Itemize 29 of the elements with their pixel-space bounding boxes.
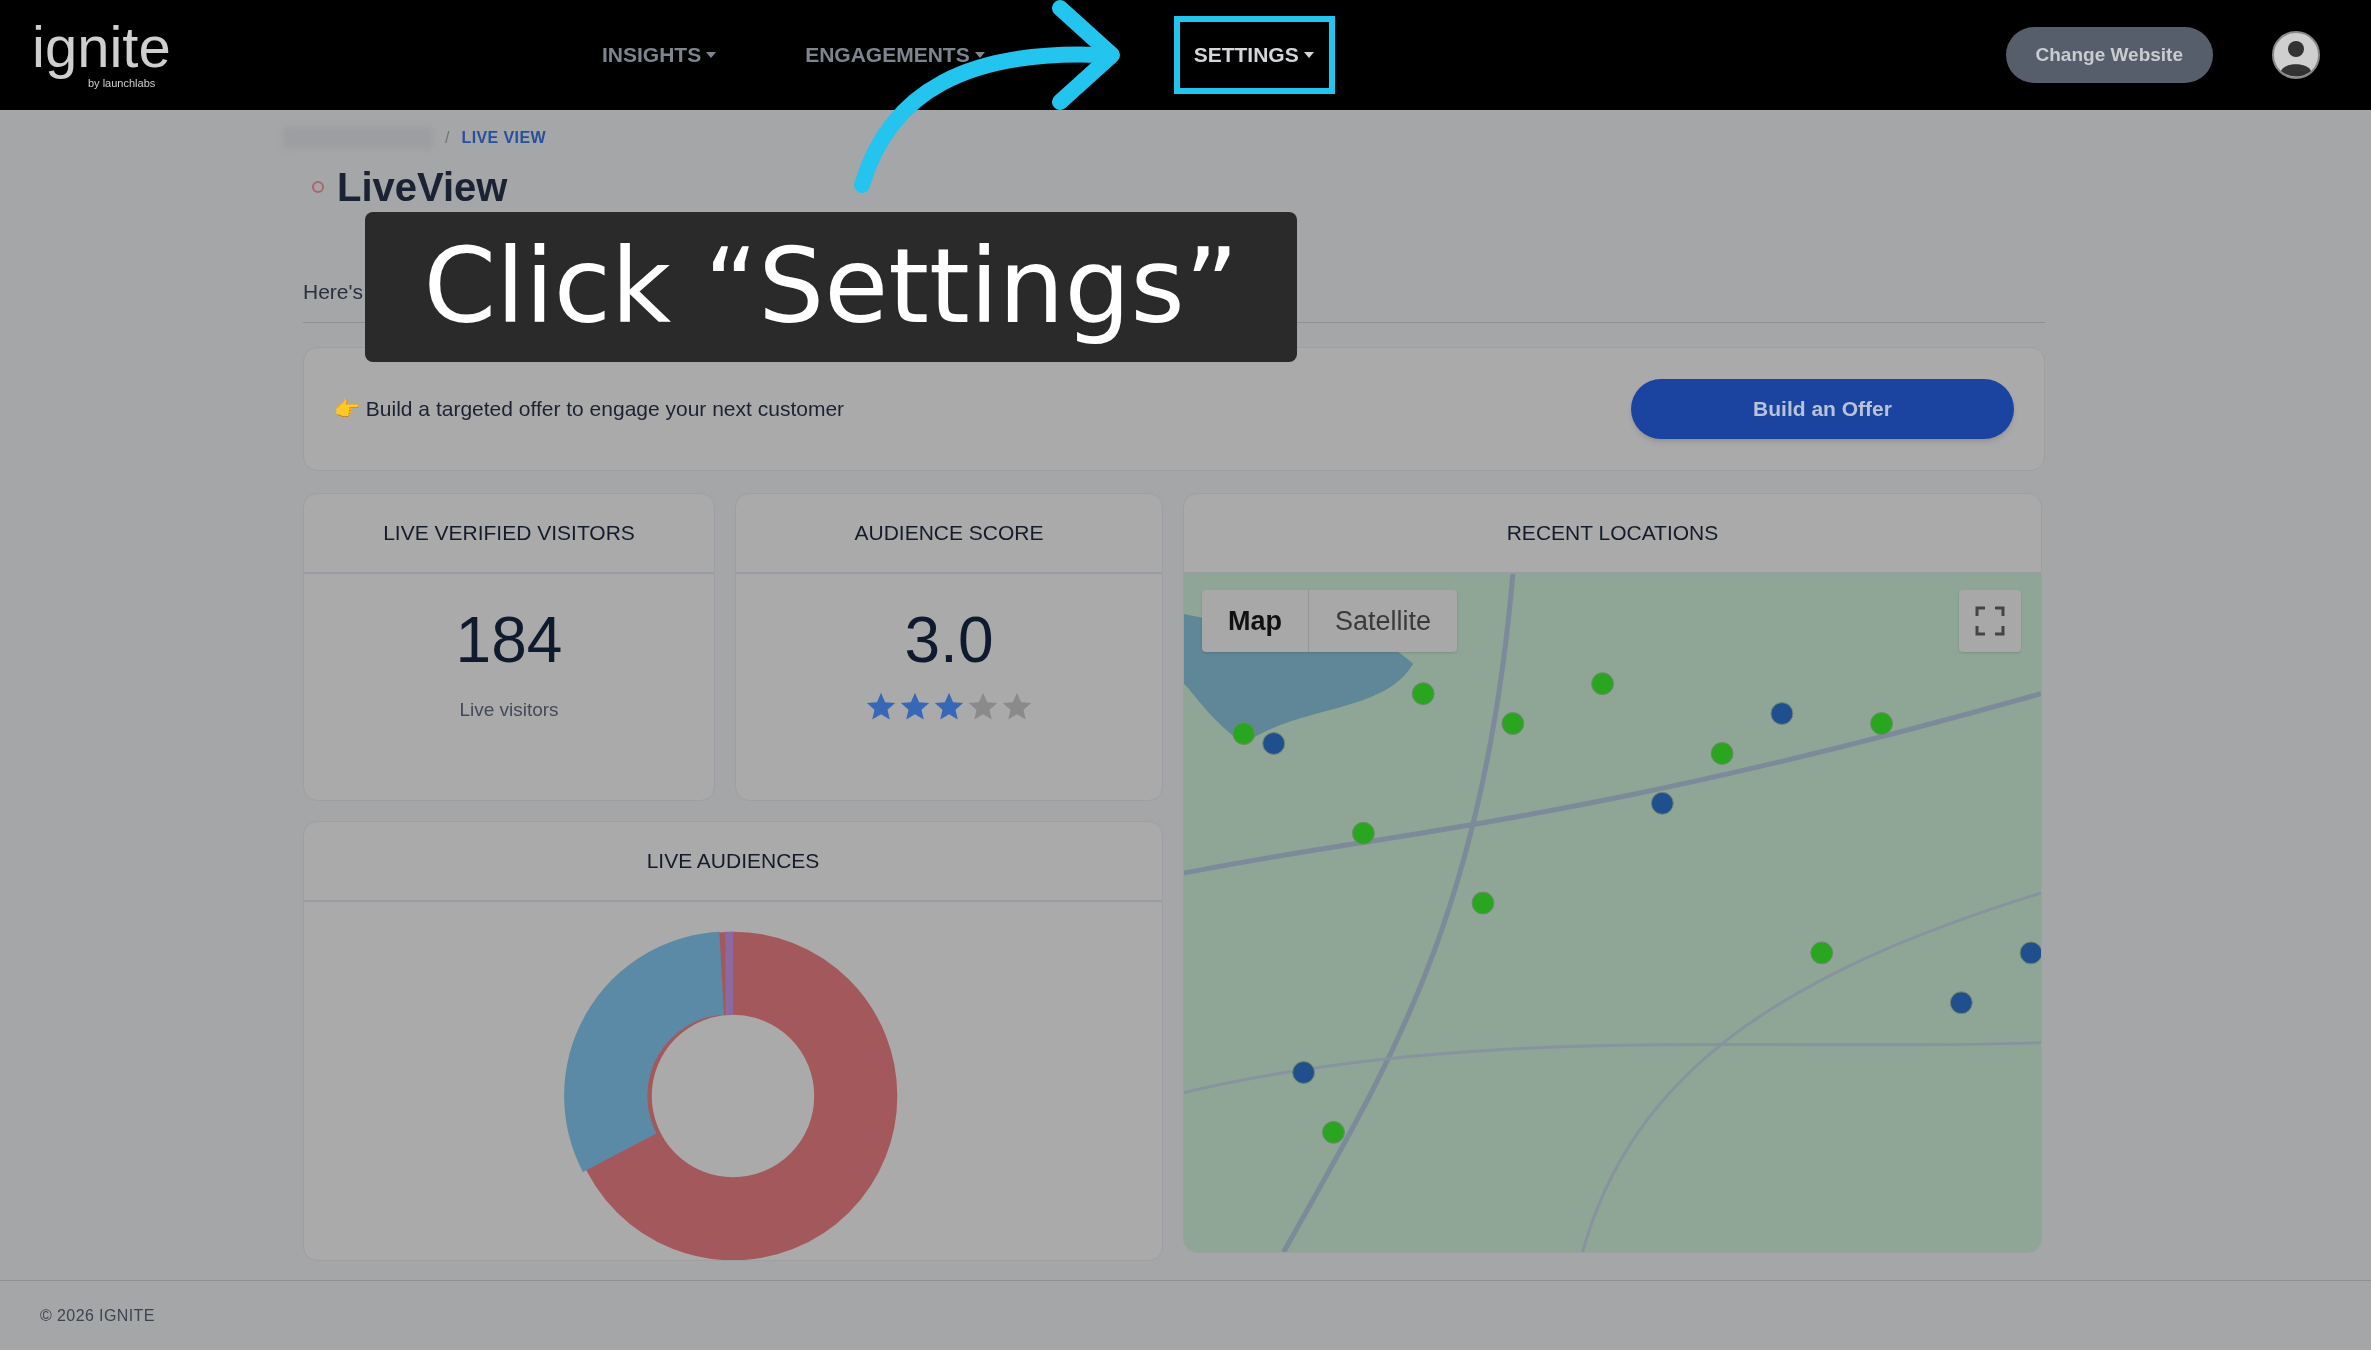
card-title: LIVE AUDIENCES bbox=[646, 848, 820, 875]
nav-menu[interactable]: INSIGHTS bbox=[582, 16, 738, 94]
nav-menu[interactable]: ENGAGEMENTS bbox=[785, 16, 1006, 94]
caret-icon bbox=[1302, 51, 1315, 59]
map-type-tab[interactable]: Satellite bbox=[1308, 590, 1458, 652]
card-title: RECENT LOCATIONS bbox=[1506, 520, 1719, 547]
card-title: AUDIENCE SCORE bbox=[854, 520, 1044, 547]
nav-menu[interactable]: SETTINGS bbox=[1173, 16, 1335, 94]
page-description: Here's bbox=[303, 280, 365, 304]
breadcrumb-current: LIVE VIEW bbox=[461, 128, 546, 148]
stat-value: 184 bbox=[455, 604, 563, 676]
callout-text: Click “Settings” bbox=[423, 224, 1239, 350]
copyright-text: © 2026 IGNITE bbox=[40, 1305, 155, 1326]
fullscreen-icon bbox=[1975, 606, 2005, 636]
breadcrumb-separator: / bbox=[445, 128, 450, 148]
status-dot-icon bbox=[311, 180, 325, 194]
caret-icon bbox=[973, 51, 986, 59]
avatar-icon[interactable] bbox=[2271, 30, 2321, 80]
caret-icon bbox=[705, 51, 718, 59]
offer-text: 👉 Build a targeted offer to engage your next customer bbox=[334, 396, 845, 423]
logo-subtitle: by launchlabs bbox=[88, 76, 156, 91]
build-offer-button[interactable]: Build an Offer bbox=[1631, 379, 2014, 439]
stat-value: 3.0 bbox=[904, 604, 994, 676]
map-type-tab[interactable]: Map bbox=[1202, 590, 1308, 652]
page-title: LiveView bbox=[337, 166, 508, 208]
card-title: LIVE VERIFIED VISITORS bbox=[383, 520, 635, 547]
stat-caption: Live visitors bbox=[459, 698, 559, 722]
change-website-button[interactable]: Change Website bbox=[2005, 27, 2213, 83]
fullscreen-button[interactable] bbox=[1959, 590, 2021, 652]
